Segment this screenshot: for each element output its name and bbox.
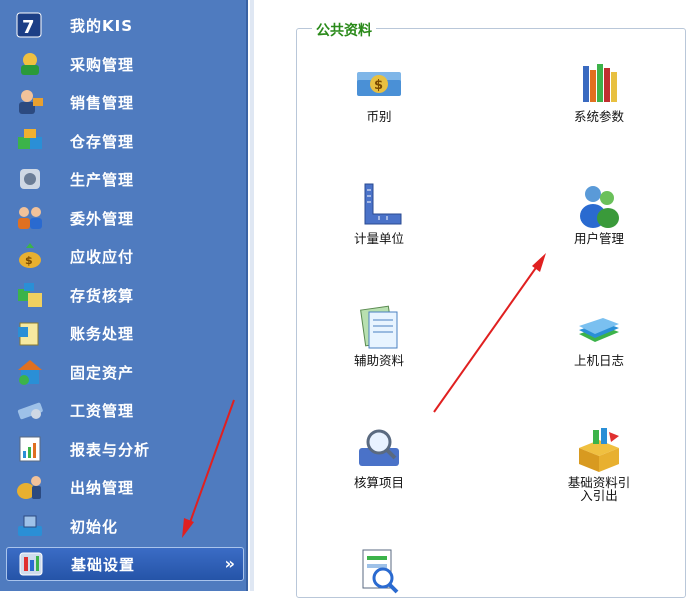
sidebar-item-label: 工资管理 <box>70 401 135 420</box>
tile-operation-log[interactable]: 上机日志 <box>544 304 654 367</box>
sidebar-item-label: 账务处理 <box>70 324 135 343</box>
svg-text:7: 7 <box>22 17 35 38</box>
system-params-icon <box>583 64 617 102</box>
sidebar-item-label: 仓存管理 <box>70 132 135 151</box>
svg-text:$: $ <box>374 78 383 93</box>
tile-currency[interactable]: $ 币别 <box>324 60 434 123</box>
sidebar-item-basic-settings[interactable]: 基础设置 » <box>6 547 244 581</box>
sidebar-item-label: 存货核算 <box>70 286 135 305</box>
sales-icon <box>14 86 46 118</box>
tile-measure-unit[interactable]: 计量单位 <box>324 182 434 245</box>
initialize-icon <box>14 510 46 542</box>
sidebar-item-outsourcing[interactable]: 委外管理 <box>6 201 244 235</box>
sidebar-item-payroll[interactable]: 工资管理 <box>6 393 244 427</box>
sidebar-item-label: 固定资产 <box>70 363 135 382</box>
sidebar-item-receivable-payable[interactable]: $ 应收应付 <box>6 239 244 273</box>
sidebar-item-warehouse[interactable]: 仓存管理 <box>6 124 244 158</box>
tile-report-search[interactable] <box>324 548 434 596</box>
measure-unit-icon <box>364 183 402 225</box>
data-import-export-icon <box>579 428 619 472</box>
payroll-icon <box>14 394 46 426</box>
sidebar-item-label: 生产管理 <box>70 170 135 189</box>
ledger-icon <box>14 317 46 349</box>
sidebar-item-label: 初始化 <box>70 517 119 536</box>
purchase-icon <box>14 48 46 80</box>
sidebar-item-label: 委外管理 <box>70 209 135 228</box>
sidebar-item-label: 销售管理 <box>70 93 135 112</box>
sidebar-item-ledger[interactable]: 账务处理 <box>6 316 244 350</box>
tile-data-import-export[interactable]: 基础资料引入引出 <box>544 426 654 502</box>
receivable-payable-icon: $ <box>14 240 46 272</box>
sidebar-item-label: 报表与分析 <box>70 440 151 459</box>
sidebar-item-label: 出纳管理 <box>70 478 135 497</box>
splitter[interactable] <box>250 0 254 591</box>
tile-system-params[interactable]: 系统参数 <box>544 60 654 123</box>
basic-settings-icon <box>15 548 47 580</box>
panel-title: 公共资料 <box>312 20 376 40</box>
inventory-accounting-icon <box>14 279 46 311</box>
kis-logo-icon: 7 <box>14 9 46 41</box>
svg-text:$: $ <box>25 254 33 267</box>
sidebar-item-label: 基础设置 <box>71 555 136 574</box>
tile-user-management[interactable]: 用户管理 <box>544 182 654 245</box>
expand-chevron-icon[interactable]: » <box>225 554 235 573</box>
tile-accounting-item[interactable]: 核算项目 <box>324 426 434 489</box>
report-icon <box>14 433 46 465</box>
sidebar-item-production[interactable]: 生产管理 <box>6 162 244 196</box>
sidebar-item-initialize[interactable]: 初始化 <box>6 509 244 543</box>
auxiliary-data-icon <box>360 305 398 349</box>
sidebar-item-report[interactable]: 报表与分析 <box>6 432 244 466</box>
sidebar-item-sales[interactable]: 销售管理 <box>6 85 244 119</box>
outsourcing-icon <box>14 202 46 234</box>
fixed-assets-icon <box>14 356 46 388</box>
sidebar-item-label: 采购管理 <box>70 55 135 74</box>
sidebar-item-cashier[interactable]: 出纳管理 <box>6 470 244 504</box>
accounting-item-icon <box>359 429 399 466</box>
operation-log-icon <box>579 318 619 342</box>
sidebar-item-label: 我的KIS <box>70 16 134 35</box>
sidebar-item-label: 应收应付 <box>70 247 135 266</box>
user-management-icon <box>580 186 619 228</box>
sidebar-item-fixed-assets[interactable]: 固定资产 <box>6 355 244 389</box>
production-icon <box>14 163 46 195</box>
currency-icon: $ <box>357 72 401 96</box>
cashier-icon <box>14 471 46 503</box>
sidebar-item-inventory-accounting[interactable]: 存货核算 <box>6 278 244 312</box>
sidebar-item-my-kis[interactable]: 7 我的KIS <box>6 8 244 42</box>
sidebar-item-purchase[interactable]: 采购管理 <box>6 47 244 81</box>
tile-auxiliary-data[interactable]: 辅助资料 <box>324 304 434 367</box>
warehouse-icon <box>14 125 46 157</box>
report-search-icon <box>362 549 399 594</box>
module-sidebar: 7 我的KIS 采购管理 销售管理 仓存管理 生产管理 委外管理 $ 应收应付 … <box>0 0 248 591</box>
